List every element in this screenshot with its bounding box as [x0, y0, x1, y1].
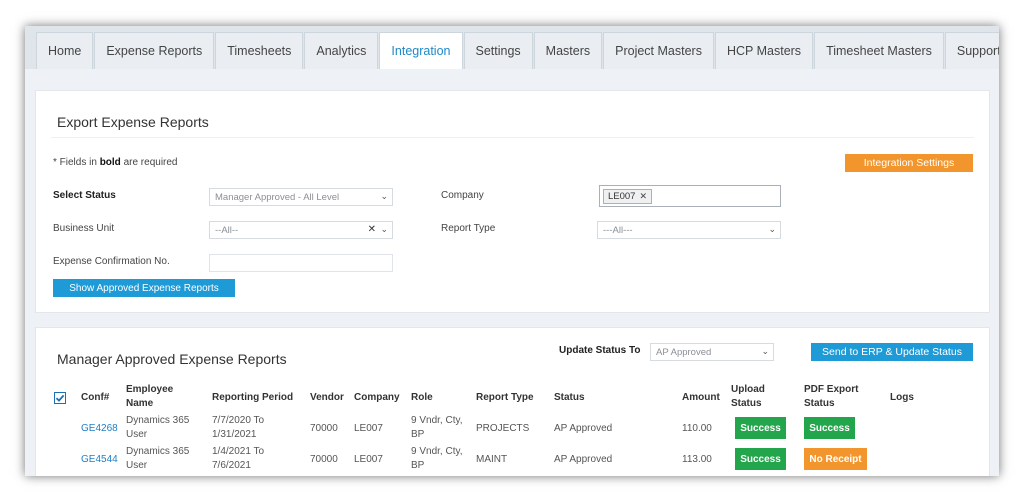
- reporting-period: 1/4/2021 To 7/6/2021: [212, 446, 265, 471]
- reporting-period: 7/7/2020 To 1/31/2021: [212, 415, 265, 440]
- update-status-value: AP Approved: [656, 346, 712, 358]
- send-to-erp-button[interactable]: Send to ERP & Update Status: [811, 343, 973, 361]
- tab-expense-reports[interactable]: Expense Reports: [94, 32, 215, 69]
- note-prefix: * Fields in: [53, 157, 100, 168]
- tab-project-masters[interactable]: Project Masters: [603, 32, 714, 69]
- col-report-type: Report Type: [476, 392, 534, 403]
- note-bold: bold: [99, 157, 121, 168]
- tab-timesheet-masters[interactable]: Timesheet Masters: [814, 32, 944, 69]
- business-unit-value: --All--: [215, 224, 239, 236]
- clear-icon[interactable]: ✕: [368, 224, 376, 235]
- col-upload-status: Upload Status: [731, 384, 765, 409]
- company: LE007: [354, 423, 383, 434]
- tab-masters[interactable]: Masters: [533, 32, 603, 69]
- upload-status-badge[interactable]: Success: [735, 448, 786, 470]
- chevron-down-icon: ⌄: [380, 224, 388, 234]
- report-type: MAINT: [476, 454, 508, 465]
- pdf-status-badge[interactable]: No Receipt: [804, 448, 867, 470]
- show-approved-reports-button[interactable]: Show Approved Expense Reports: [53, 279, 235, 297]
- tab-integration[interactable]: Integration: [379, 32, 463, 69]
- business-unit-dropdown[interactable]: --All-- ✕ ⌄: [209, 221, 393, 239]
- confirmation-label: Expense Confirmation No.: [53, 256, 170, 267]
- col-amount: Amount: [682, 392, 720, 403]
- select-status-value: Manager Approved - All Level: [215, 191, 340, 203]
- approved-title: Manager Approved Expense Reports: [57, 351, 287, 367]
- role: 9 Vndr, Cty, BP: [411, 415, 463, 440]
- upload-status-badge[interactable]: Success: [735, 417, 786, 439]
- report-type-dropdown[interactable]: ---All--- ⌄: [597, 221, 781, 239]
- report-type: PROJECTS: [476, 423, 530, 434]
- col-vendor: Vendor: [310, 392, 344, 403]
- report-type-value: ---All---: [603, 224, 633, 236]
- chevron-down-icon: ⌄: [768, 224, 776, 234]
- status: AP Approved: [554, 423, 613, 434]
- select-all-checkbox[interactable]: [54, 392, 66, 404]
- note-suffix: are required: [120, 157, 178, 168]
- export-title: Export Expense Reports: [57, 114, 209, 130]
- role: 9 Vndr, Cty, BP: [411, 446, 463, 471]
- tab-timesheets[interactable]: Timesheets: [215, 32, 304, 69]
- status: AP Approved: [554, 454, 613, 465]
- report-type-label: Report Type: [441, 223, 496, 234]
- tab-home[interactable]: Home: [36, 32, 94, 69]
- check-icon: [55, 394, 65, 402]
- confirmation-input[interactable]: [209, 254, 393, 272]
- required-note: * Fields in bold are required: [53, 157, 178, 168]
- amount: 110.00: [682, 423, 712, 434]
- update-status-dropdown[interactable]: AP Approved ⌄: [650, 343, 774, 361]
- export-panel: Export Expense Reports * Fields in bold …: [35, 90, 990, 313]
- tab-analytics[interactable]: Analytics: [304, 32, 379, 69]
- employee-name: Dynamics 365 User: [126, 446, 190, 471]
- col-role: Role: [411, 392, 433, 403]
- approved-reports-panel: Manager Approved Expense Reports Update …: [35, 327, 990, 476]
- business-unit-label: Business Unit: [53, 223, 115, 234]
- company: LE007: [354, 454, 383, 465]
- chevron-down-icon: ⌄: [380, 191, 388, 201]
- company-label: Company: [441, 190, 484, 201]
- vendor: 70000: [310, 423, 338, 434]
- col-conf: Conf#: [81, 392, 110, 403]
- pdf-status-badge[interactable]: Success: [804, 417, 855, 439]
- conf-link[interactable]: GE4268: [81, 422, 118, 436]
- tab-support[interactable]: Support: [944, 32, 999, 69]
- vendor: 70000: [310, 454, 338, 465]
- close-icon[interactable]: ✕: [639, 191, 647, 202]
- select-status-dropdown[interactable]: Manager Approved - All Level ⌄: [209, 188, 393, 206]
- update-status-label: Update Status To: [559, 345, 641, 356]
- col-employee: Employee Name: [126, 384, 174, 409]
- employee-name: Dynamics 365 User: [126, 415, 190, 440]
- chevron-down-icon: ⌄: [761, 346, 769, 356]
- integration-settings-button[interactable]: Integration Settings: [845, 154, 973, 172]
- tab-settings[interactable]: Settings: [463, 32, 533, 69]
- col-status: Status: [554, 392, 585, 403]
- col-logs: Logs: [890, 392, 914, 403]
- col-company: Company: [354, 392, 400, 403]
- amount: 113.00: [682, 454, 712, 465]
- company-chip[interactable]: LE007 ✕: [603, 188, 653, 204]
- top-navigation: Home Expense Reports Timesheets Analytic…: [25, 26, 999, 69]
- col-period: Reporting Period: [212, 392, 294, 403]
- tab-hcp-masters[interactable]: HCP Masters: [714, 32, 814, 69]
- select-status-label: Select Status: [53, 190, 116, 201]
- conf-link[interactable]: GE4544: [81, 453, 118, 467]
- app-window: Home Expense Reports Timesheets Analytic…: [25, 26, 999, 476]
- company-multiselect[interactable]: LE007 ✕: [599, 185, 781, 207]
- col-pdf-status: PDF Export Status: [804, 384, 859, 409]
- divider: [51, 137, 974, 138]
- company-chip-label: LE007: [608, 190, 636, 202]
